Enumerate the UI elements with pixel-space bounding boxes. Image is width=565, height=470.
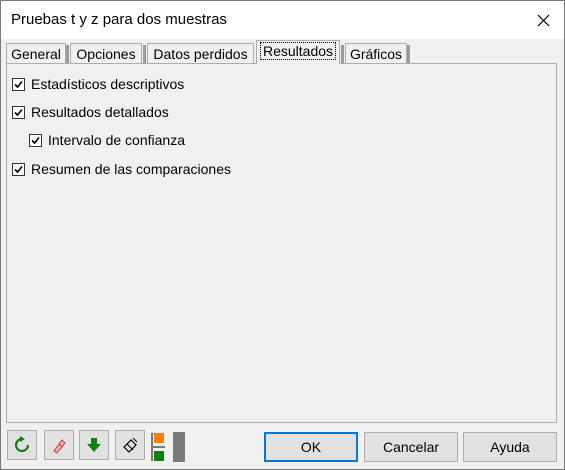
check-icon	[14, 165, 23, 173]
option-label: Resumen de las comparaciones	[31, 161, 231, 177]
clear-selection-button[interactable]	[115, 430, 145, 460]
cancel-button[interactable]: Cancelar	[364, 432, 458, 462]
checkbox[interactable]	[12, 162, 25, 176]
close-button[interactable]	[528, 5, 558, 35]
dialog-title: Pruebas t y z para dos muestras	[11, 11, 227, 28]
clear-selection-icon	[123, 437, 138, 453]
eraser-icon	[53, 439, 66, 454]
layout-toggle-icon	[151, 433, 165, 461]
tab-datos-perdidos[interactable]: Datos perdidos	[147, 43, 254, 63]
scroll-handle[interactable]	[173, 432, 185, 462]
checkbox[interactable]	[12, 105, 25, 119]
check-icon	[14, 108, 23, 116]
tab-label: Resultados	[259, 42, 337, 60]
tab-label: Opciones	[76, 46, 136, 62]
tab-label: Datos perdidos	[153, 46, 248, 62]
tab-resultados[interactable]: Resultados	[256, 40, 340, 64]
check-icon	[31, 136, 40, 144]
layout-toggle-button[interactable]	[151, 432, 167, 462]
dialog-window: Pruebas t y z para dos muestras General …	[0, 0, 565, 470]
tab-separator	[143, 45, 146, 63]
help-button[interactable]: Ayuda	[463, 432, 557, 462]
title-bar: Pruebas t y z para dos muestras	[1, 1, 564, 39]
move-down-button[interactable]	[79, 430, 109, 460]
tab-separator	[341, 45, 344, 63]
tab-opciones[interactable]: Opciones	[70, 43, 142, 63]
option-label: Resultados detallados	[31, 104, 169, 120]
checkbox[interactable]	[29, 133, 42, 147]
option-resultados-detallados[interactable]: Resultados detallados	[12, 102, 169, 122]
ok-button[interactable]: OK	[264, 432, 358, 462]
option-label: Intervalo de confianza	[48, 132, 185, 148]
close-icon	[537, 14, 550, 27]
tab-label: Gráficos	[349, 46, 403, 62]
tab-graficos[interactable]: Gráficos	[345, 43, 407, 63]
option-estadisticos[interactable]: Estadísticos descriptivos	[12, 74, 184, 94]
reset-icon	[14, 436, 30, 453]
tab-separator	[407, 45, 410, 63]
tab-separator	[66, 45, 69, 63]
tab-label: General	[11, 46, 61, 62]
download-arrow-icon	[87, 438, 101, 452]
tab-general[interactable]: General	[6, 43, 66, 63]
check-icon	[14, 80, 23, 88]
resultados-panel: Estadísticos descriptivos Resultados det…	[6, 63, 557, 423]
eraser-button[interactable]	[44, 430, 74, 460]
reset-button[interactable]	[7, 430, 37, 460]
option-resumen-comparaciones[interactable]: Resumen de las comparaciones	[12, 159, 231, 179]
option-label: Estadísticos descriptivos	[31, 76, 185, 92]
option-intervalo-confianza[interactable]: Intervalo de confianza	[29, 130, 185, 150]
checkbox[interactable]	[12, 77, 25, 91]
